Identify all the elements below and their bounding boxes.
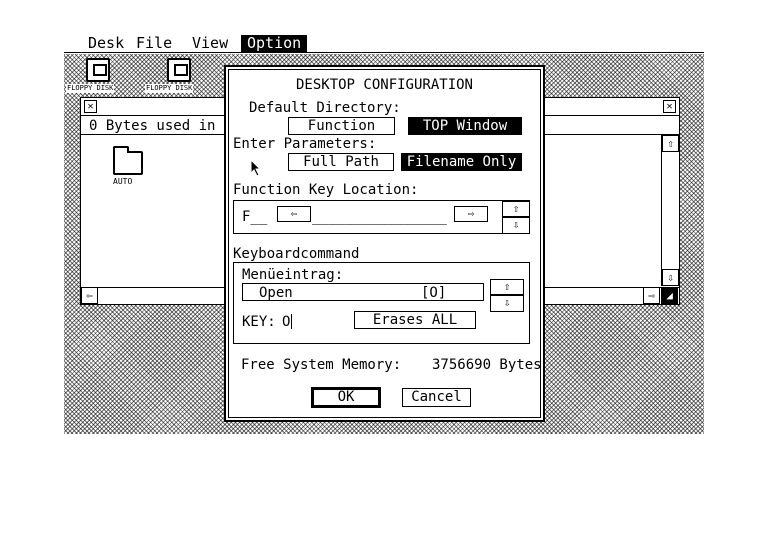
erases-all-button[interactable]: Erases ALL [354,311,476,329]
free-memory-value: 3756690 Bytes [432,357,542,373]
arrow-up-icon[interactable]: ⇧ [502,201,530,217]
vertical-scrollbar[interactable]: ⇧ ⇩ [661,135,679,286]
folder-icon[interactable] [113,146,143,175]
folder-label: AUTO [113,177,133,186]
menu-file[interactable]: File [130,35,178,52]
function-key-location-label: Function Key Location: [233,182,419,198]
ok-button[interactable]: OK [311,387,381,408]
desktop-icon-label: FLOPPY DISK [66,84,115,93]
arrow-right-icon[interactable]: ⇨ [454,206,488,222]
arrow-up-icon[interactable]: ⇧ [662,135,679,152]
menu-bar: Desk File View Option [64,34,704,53]
keyboardcommand-label: Keyboardcommand [233,246,360,262]
arrow-down-icon[interactable]: ⇩ [490,295,524,312]
default-directory-label: Default Directory: [249,100,401,116]
function-key-name: F__ [242,209,268,225]
window-info-text: 0 Bytes used in 1 [89,118,233,134]
enter-parameters-label: Enter Parameters: [233,136,377,152]
menu-entry-name: Open [259,285,293,301]
arrow-down-icon[interactable]: ⇩ [662,269,679,286]
arrow-left-icon[interactable]: ⇦ [81,287,98,304]
dialog-title: DESKTOP CONFIGURATION [295,77,473,93]
function-key-field[interactable]: ________________ [312,209,447,225]
menu-entry-label: Menüeintrag: [242,267,344,283]
desktop-icon-label: FLOPPY DISK [145,84,194,93]
mouse-pointer-icon [250,159,262,177]
close-box-icon[interactable]: ✕ [84,100,97,113]
arrow-down-icon[interactable]: ⇩ [502,217,530,234]
floppy-disk-icon[interactable] [86,58,110,82]
filename-only-button[interactable]: Filename Only [401,153,522,171]
key-input[interactable]: O [282,314,290,330]
arrow-right-icon[interactable]: ⇨ [643,287,660,304]
menu-view[interactable]: View [186,35,234,52]
desktop-configuration-dialog: DESKTOP CONFIGURATION Default Directory:… [224,65,545,422]
default-dir-function-button[interactable]: Function [288,117,395,135]
key-label: KEY: [242,314,276,330]
fuller-box-icon[interactable]: ✕ [663,100,676,113]
text-cursor [291,314,292,329]
arrow-left-icon[interactable]: ⇦ [277,206,311,222]
menu-option[interactable]: Option [241,35,308,52]
function-key-box: F__ ⇦ ________________ ⇨ ⇧ ⇩ [233,200,530,234]
cancel-button[interactable]: Cancel [402,388,471,407]
size-box-icon[interactable]: ◢ [661,287,678,304]
free-memory-label: Free System Memory: [241,357,402,373]
floppy-disk-icon[interactable] [167,58,191,82]
menu-desk[interactable]: Desk [82,35,130,52]
menu-entry-field[interactable]: Open [O] [242,283,484,301]
menu-entry-key: [O] [421,285,447,301]
default-dir-top-window-button[interactable]: TOP Window [408,117,522,135]
arrow-up-icon[interactable]: ⇧ [490,279,524,295]
keyboard-command-box: Menüeintrag: Open [O] ⇧ ⇩ KEY: O Erases … [233,262,530,344]
full-path-button[interactable]: Full Path [288,153,394,171]
